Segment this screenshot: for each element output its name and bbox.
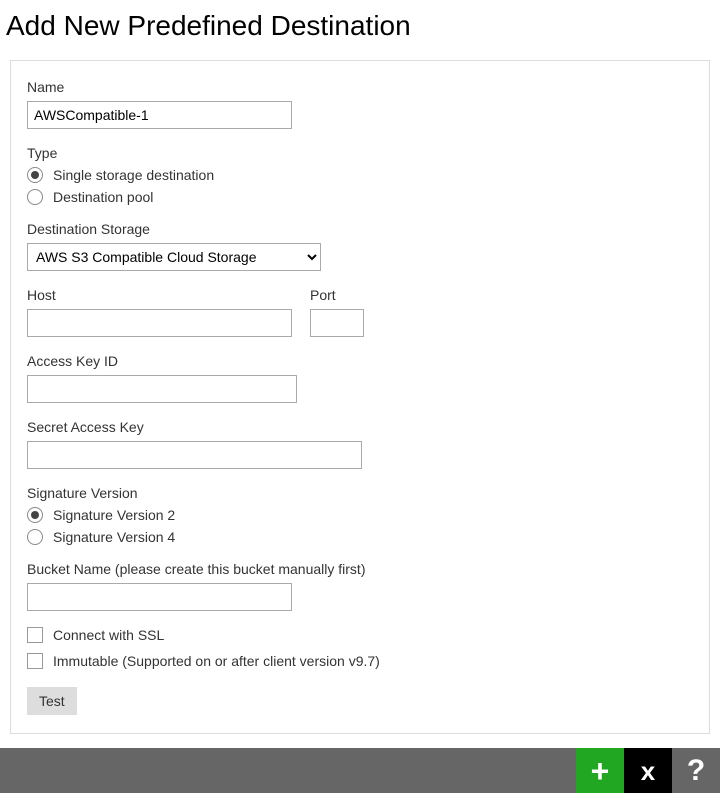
- access-key-field: Access Key ID: [27, 353, 693, 403]
- checkbox-icon: [27, 653, 43, 669]
- signature-radio-v2[interactable]: Signature Version 2: [27, 507, 693, 523]
- bucket-input[interactable]: [27, 583, 292, 611]
- bucket-field: Bucket Name (please create this bucket m…: [27, 561, 693, 611]
- name-field: Name: [27, 79, 693, 129]
- immutable-label: Immutable (Supported on or after client …: [53, 653, 380, 669]
- radio-icon: [27, 529, 43, 545]
- radio-label-v4: Signature Version 4: [53, 529, 175, 545]
- type-radio-single[interactable]: Single storage destination: [27, 167, 693, 183]
- help-icon: ?: [687, 756, 705, 786]
- form-panel: Name Type Single storage destination Des…: [10, 60, 710, 734]
- footer-bar: + x ?: [0, 748, 720, 793]
- destination-storage-field: Destination Storage AWS S3 Compatible Cl…: [27, 221, 693, 271]
- access-key-input[interactable]: [27, 375, 297, 403]
- type-group: Type Single storage destination Destinat…: [27, 145, 693, 205]
- ssl-label: Connect with SSL: [53, 627, 164, 643]
- host-label: Host: [27, 287, 292, 303]
- radio-label-pool: Destination pool: [53, 189, 153, 205]
- type-label: Type: [27, 145, 693, 161]
- name-input[interactable]: [27, 101, 292, 129]
- secret-key-label: Secret Access Key: [27, 419, 693, 435]
- page-title: Add New Predefined Destination: [6, 10, 720, 42]
- name-label: Name: [27, 79, 693, 95]
- checkbox-icon: [27, 627, 43, 643]
- add-button[interactable]: +: [576, 748, 624, 793]
- immutable-checkbox-row[interactable]: Immutable (Supported on or after client …: [27, 653, 693, 669]
- radio-icon: [27, 507, 43, 523]
- signature-label: Signature Version: [27, 485, 693, 501]
- bucket-label: Bucket Name (please create this bucket m…: [27, 561, 693, 577]
- radio-icon: [27, 167, 43, 183]
- test-button[interactable]: Test: [27, 687, 77, 715]
- radio-label-single: Single storage destination: [53, 167, 214, 183]
- secret-key-input[interactable]: [27, 441, 362, 469]
- host-port-row: Host Port: [27, 287, 693, 337]
- help-button[interactable]: ?: [672, 748, 720, 793]
- close-icon: x: [641, 758, 655, 784]
- signature-radio-v4[interactable]: Signature Version 4: [27, 529, 693, 545]
- destination-storage-select[interactable]: AWS S3 Compatible Cloud Storage: [27, 243, 321, 271]
- close-button[interactable]: x: [624, 748, 672, 793]
- signature-group: Signature Version Signature Version 2 Si…: [27, 485, 693, 545]
- access-key-label: Access Key ID: [27, 353, 693, 369]
- port-field: Port: [310, 287, 364, 337]
- ssl-checkbox-row[interactable]: Connect with SSL: [27, 627, 693, 643]
- type-radio-pool[interactable]: Destination pool: [27, 189, 693, 205]
- radio-icon: [27, 189, 43, 205]
- destination-storage-label: Destination Storage: [27, 221, 693, 237]
- radio-label-v2: Signature Version 2: [53, 507, 175, 523]
- plus-icon: +: [591, 755, 610, 787]
- port-input[interactable]: [310, 309, 364, 337]
- host-input[interactable]: [27, 309, 292, 337]
- host-field: Host: [27, 287, 292, 337]
- port-label: Port: [310, 287, 364, 303]
- secret-key-field: Secret Access Key: [27, 419, 693, 469]
